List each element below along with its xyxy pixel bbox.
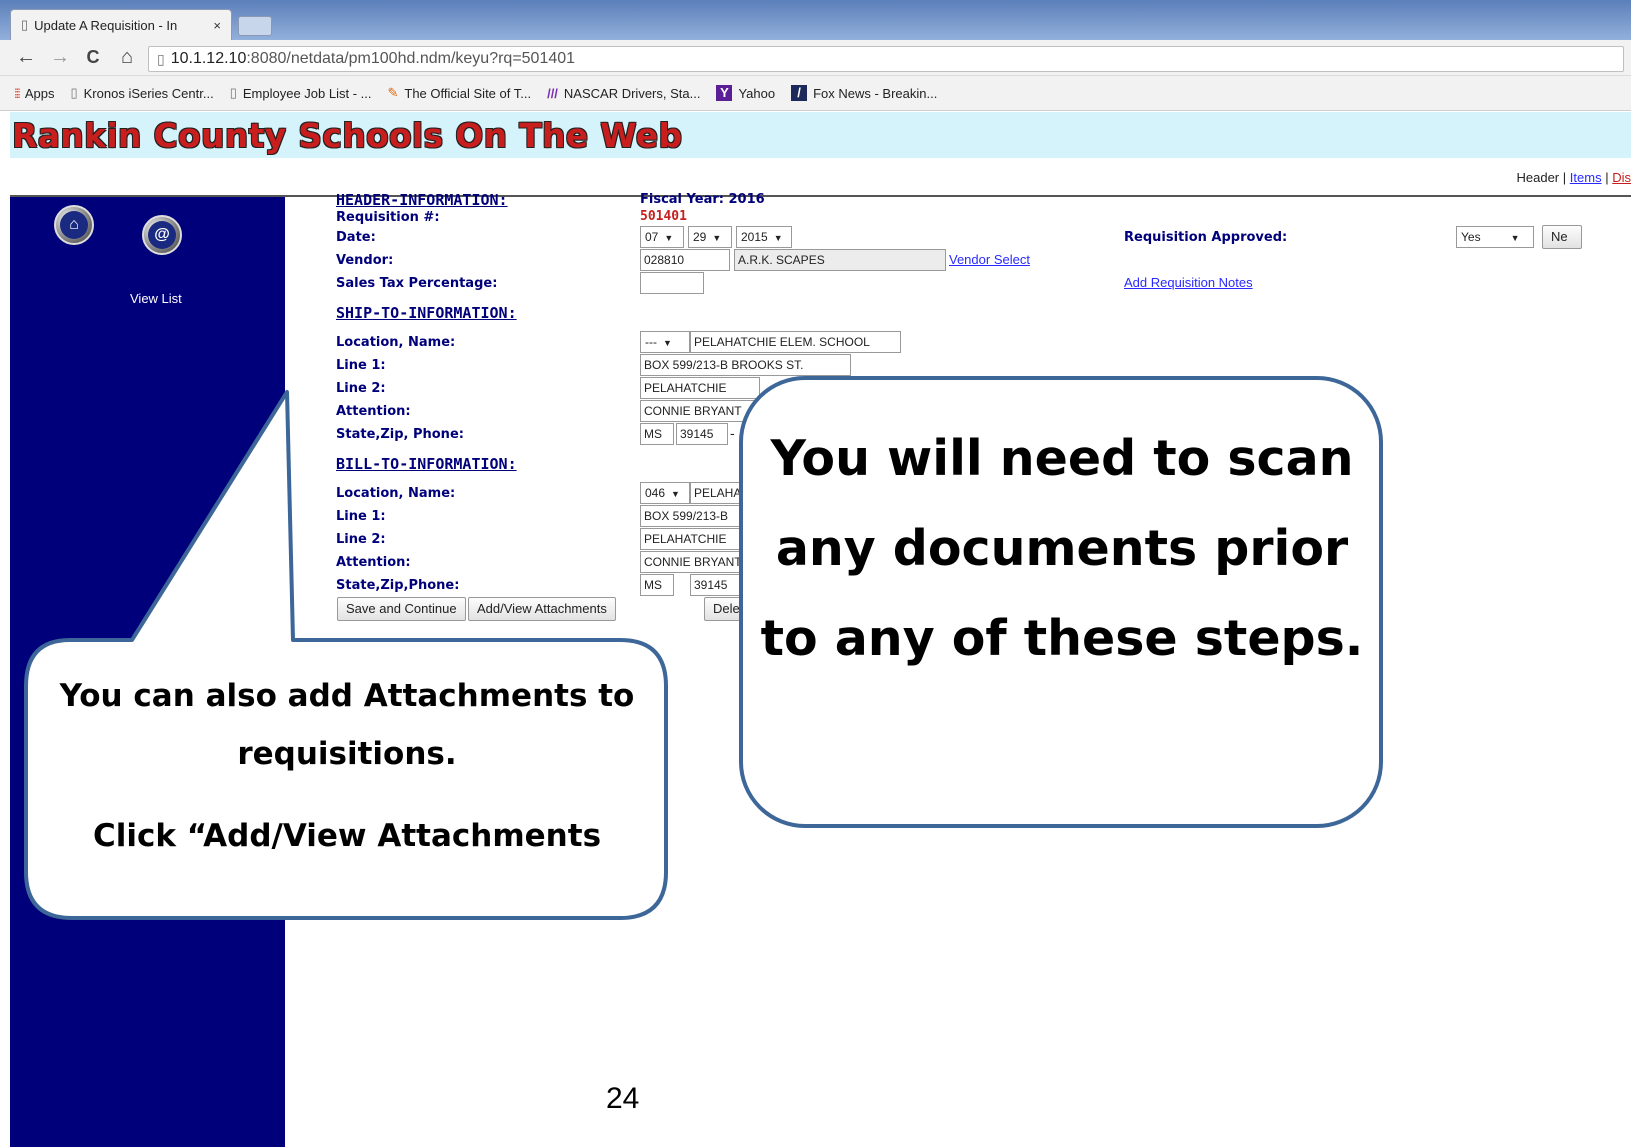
scan-documents-callout: You will need to scan any documents prio… — [760, 430, 1364, 667]
callout-left-line1: You can also add Attachments to — [59, 678, 635, 714]
callout-left-line3: Click “Add/View Attachments — [92, 818, 602, 854]
callout-left-line2: requisitions. — [237, 736, 457, 772]
screenshot-root: ▯ Update A Requisition - In × ← → C ⌂ ▯ … — [0, 0, 1631, 1147]
page-number: 24 — [606, 1082, 640, 1115]
attachments-callout: You can also add Attachments to requisit… — [30, 667, 664, 865]
